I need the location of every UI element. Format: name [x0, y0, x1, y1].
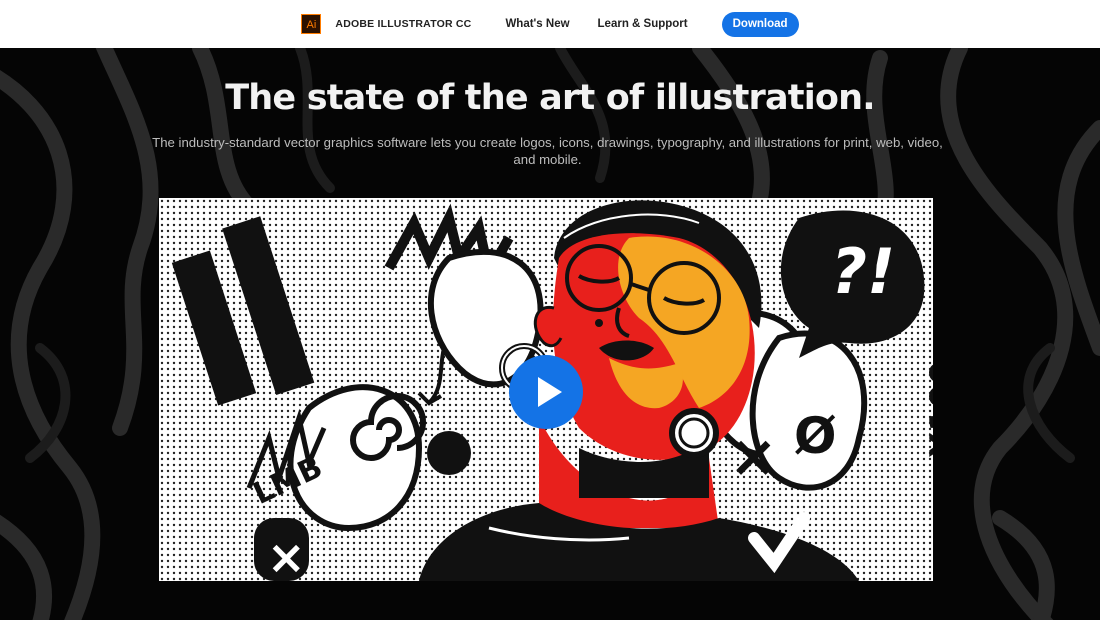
page: Ai ADOBE ILLUSTRATOR CC What's New Learn…: [0, 0, 1100, 620]
null-symbol: Ø: [794, 407, 837, 465]
illustrator-logo-icon[interactable]: Ai: [301, 14, 322, 34]
hero-title: The state of the art of illustration.: [225, 78, 875, 118]
x100-text: X100: [923, 361, 933, 458]
nav-link-learn-support[interactable]: Learn & Support: [598, 18, 688, 30]
download-button[interactable]: Download: [721, 11, 799, 37]
x-symbol: ×: [729, 422, 778, 490]
nav-inner: Ai ADOBE ILLUSTRATOR CC What's New Learn…: [301, 11, 799, 37]
video-play-button[interactable]: [509, 355, 583, 429]
black-dot: [427, 431, 471, 475]
svg-text:×: ×: [267, 530, 306, 581]
play-icon: [538, 377, 562, 407]
speech-bubble-text: ?!: [831, 235, 895, 308]
hero-subtitle: The industry-standard vector graphics so…: [152, 135, 943, 167]
top-navigation-bar: Ai ADOBE ILLUSTRATOR CC What's New Learn…: [0, 0, 1100, 48]
brand-name[interactable]: ADOBE ILLUSTRATOR CC: [335, 18, 471, 30]
nav-link-whats-new[interactable]: What's New: [505, 18, 569, 30]
